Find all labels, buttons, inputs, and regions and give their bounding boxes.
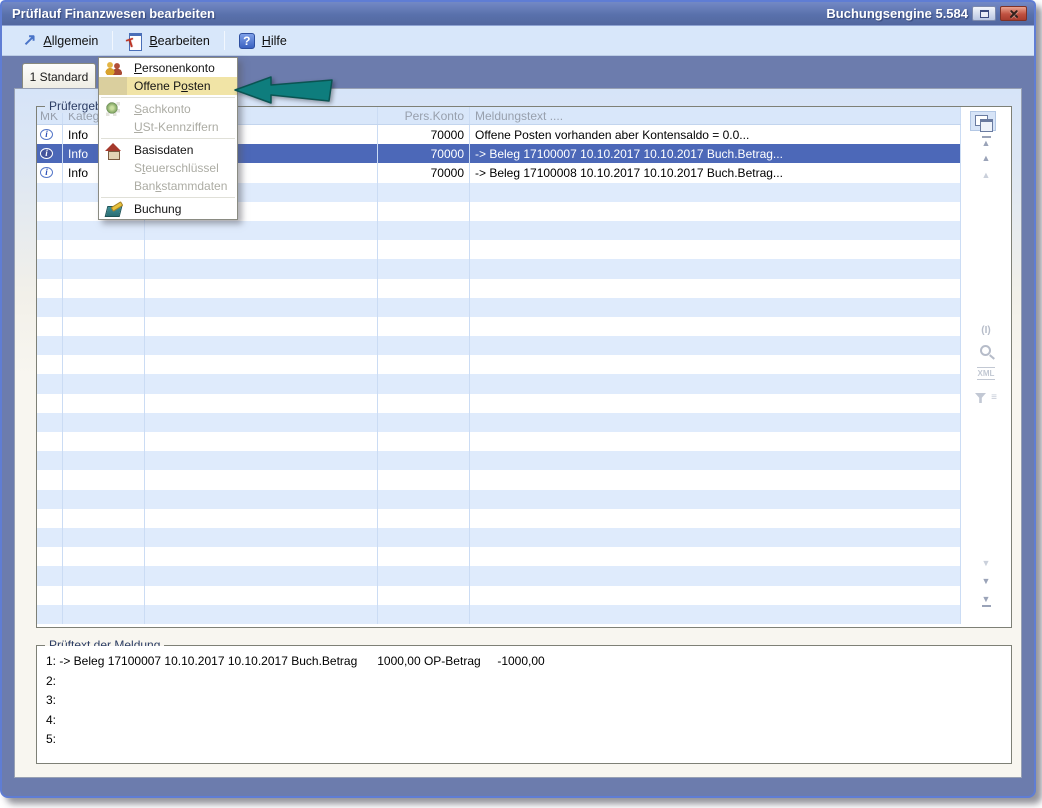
move-down-disabled-icon[interactable]: ▼ (961, 559, 1011, 568)
help-icon (239, 33, 255, 49)
scroll-to-bottom-icon[interactable]: ▼ (961, 595, 1011, 607)
pruftext-line: 3: (46, 691, 1011, 711)
column-header-meldungstext[interactable]: Meldungstext .... (470, 107, 961, 124)
bearbeiten-dropdown-menu: Personenkonto Offene Posten Sachkonto US… (98, 57, 238, 220)
move-down-icon[interactable]: ▼ (961, 577, 1011, 586)
table-row-empty[interactable] (37, 547, 961, 566)
table-row-empty[interactable] (37, 298, 961, 317)
info-icon (40, 129, 53, 140)
table-row-empty[interactable] (37, 509, 961, 528)
annotation-arrow-icon (233, 74, 335, 106)
menu-hilfe[interactable]: Hilfe (230, 30, 296, 52)
pruftext-content[interactable]: 1: -> Beleg 17100007 10.10.2017 10.10.20… (37, 646, 1011, 763)
menu-bearbeiten[interactable]: Bearbeiten (118, 30, 218, 52)
app-version: Buchungsengine 5.584 (826, 6, 968, 21)
menu-item-sachkonto[interactable]: Sachkonto (99, 100, 237, 118)
pruftext-groupbox: Prüftext der Meldung 1: -> Beleg 1710000… (36, 645, 1012, 764)
move-up-disabled-icon[interactable]: ▲ (961, 171, 1011, 180)
tab-standard[interactable]: 1 Standard (22, 63, 96, 89)
table-row-empty[interactable] (37, 432, 961, 451)
close-button[interactable] (1000, 6, 1027, 21)
table-row-empty[interactable] (37, 221, 961, 240)
move-up-icon[interactable]: ▲ (961, 154, 1011, 163)
menu-allgemein[interactable]: Allgemein (14, 31, 107, 51)
table-row-empty[interactable] (37, 336, 961, 355)
house-icon (105, 143, 121, 158)
pruftext-line: 5: (46, 730, 1011, 750)
menu-item-basisdaten[interactable]: Basisdaten (99, 141, 237, 159)
table-row-empty[interactable] (37, 605, 961, 624)
arrow-north-east-icon (23, 34, 36, 48)
table-row-empty[interactable] (37, 394, 961, 413)
table-row-empty[interactable] (37, 374, 961, 393)
menu-item-bankstammdaten[interactable]: Bankstammdaten (99, 177, 237, 195)
copy-icon[interactable] (970, 111, 996, 131)
persons-icon (105, 61, 122, 75)
restore-button[interactable] (972, 6, 996, 21)
menu-item-steuerschl-ssel[interactable]: Steuerschlüssel (99, 159, 237, 177)
sphere-icon (106, 102, 120, 116)
table-row-empty[interactable] (37, 490, 961, 509)
parentheses-icon[interactable]: (I) (961, 325, 1011, 336)
table-row-empty[interactable] (37, 259, 961, 278)
table-row-empty[interactable] (37, 528, 961, 547)
pruftext-line: 2: (46, 672, 1011, 692)
menu-separator (224, 31, 225, 50)
table-row-empty[interactable] (37, 355, 961, 374)
table-row-empty[interactable] (37, 240, 961, 259)
window-title: Prüflauf Finanzwesen bearbeiten (12, 6, 215, 21)
menu-item-offene-posten[interactable]: Offene Posten (99, 77, 237, 95)
menu-separator (112, 31, 113, 50)
info-icon (40, 148, 53, 159)
table-row-empty[interactable] (37, 317, 961, 336)
search-icon[interactable] (980, 345, 991, 356)
close-icon (1008, 9, 1020, 19)
menu-item-ust-kennziffern[interactable]: USt-Kennziffern (99, 118, 237, 136)
scroll-to-top-icon[interactable]: ▲ (961, 136, 1011, 148)
book-icon (105, 203, 122, 216)
menu-item-buchung[interactable]: Buchung (99, 200, 237, 218)
column-header-perskonto[interactable]: Pers.Konto (378, 107, 470, 124)
table-toolbar-strip: ▲ ▲ ▲ (I) XML ▼ ▼ ▼ (961, 107, 1011, 627)
table-row-empty[interactable] (37, 566, 961, 585)
title-bar[interactable]: Prüflauf Finanzwesen bearbeiten Buchungs… (2, 2, 1034, 26)
table-row-empty[interactable] (37, 279, 961, 298)
pruftext-line: 4: (46, 711, 1011, 731)
filter-icon[interactable] (975, 393, 999, 404)
table-row-empty[interactable] (37, 586, 961, 605)
edit-document-icon (127, 33, 142, 49)
pruftext-line: 1: -> Beleg 17100007 10.10.2017 10.10.20… (46, 652, 1011, 672)
table-row-empty[interactable] (37, 413, 961, 432)
menu-bar: Allgemein Bearbeiten Hilfe (2, 26, 1034, 56)
table-row-empty[interactable] (37, 451, 961, 470)
menu-item-personenkonto[interactable]: Personenkonto (99, 59, 237, 77)
info-icon (40, 167, 53, 178)
table-row-empty[interactable] (37, 470, 961, 489)
xml-icon[interactable]: XML (961, 369, 1011, 378)
restore-icon (980, 10, 989, 18)
